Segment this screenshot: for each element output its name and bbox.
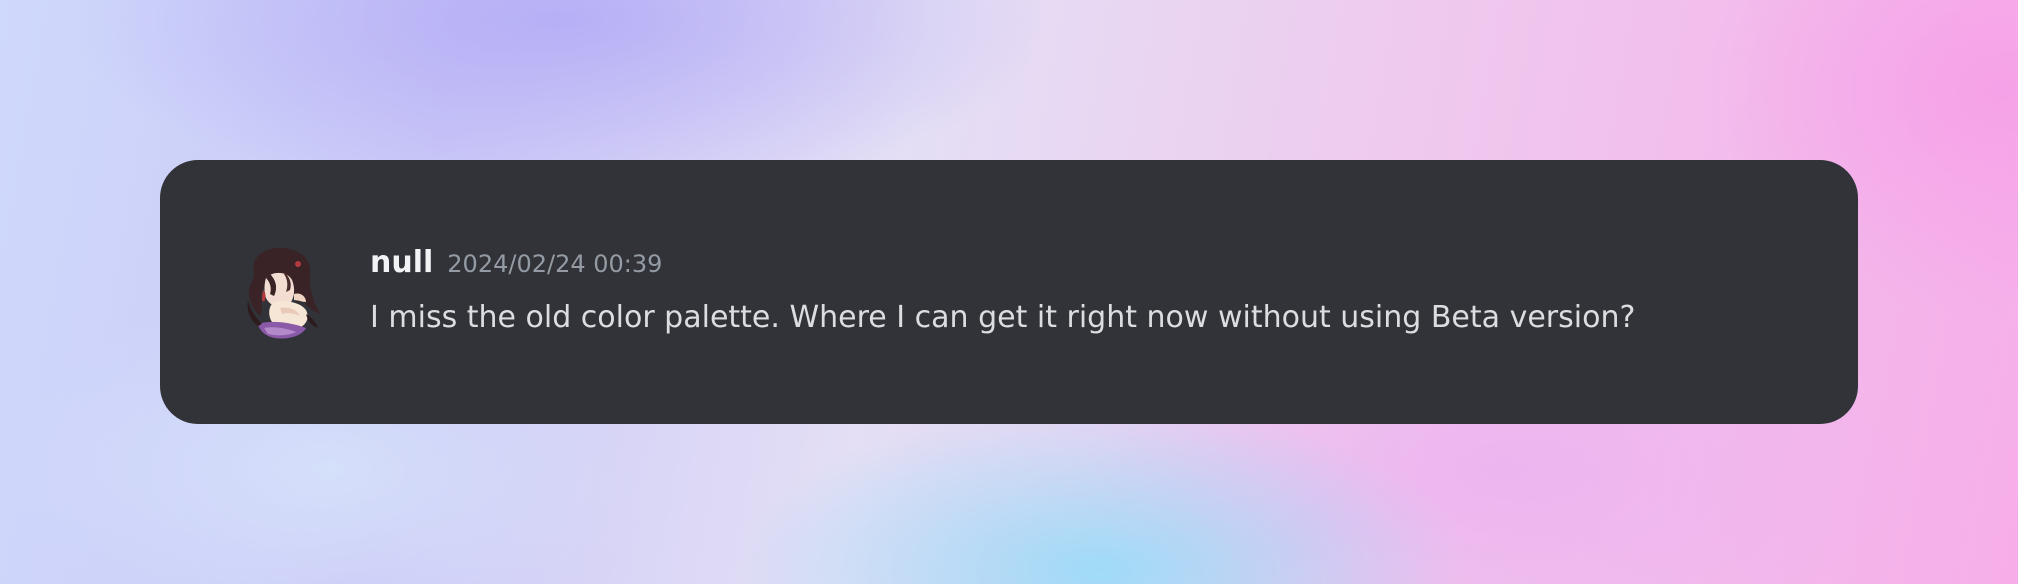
avatar[interactable]	[240, 244, 320, 340]
chat-message-card: null 2024/02/24 00:39 I miss the old colo…	[160, 160, 1858, 424]
message-header: null 2024/02/24 00:39	[370, 248, 662, 278]
anime-character-avatar-icon	[247, 247, 320, 339]
username[interactable]: null	[370, 245, 433, 280]
timestamp: 2024/02/24 00:39	[447, 250, 663, 278]
message-content: I miss the old color palette. Where I ca…	[370, 300, 1636, 335]
